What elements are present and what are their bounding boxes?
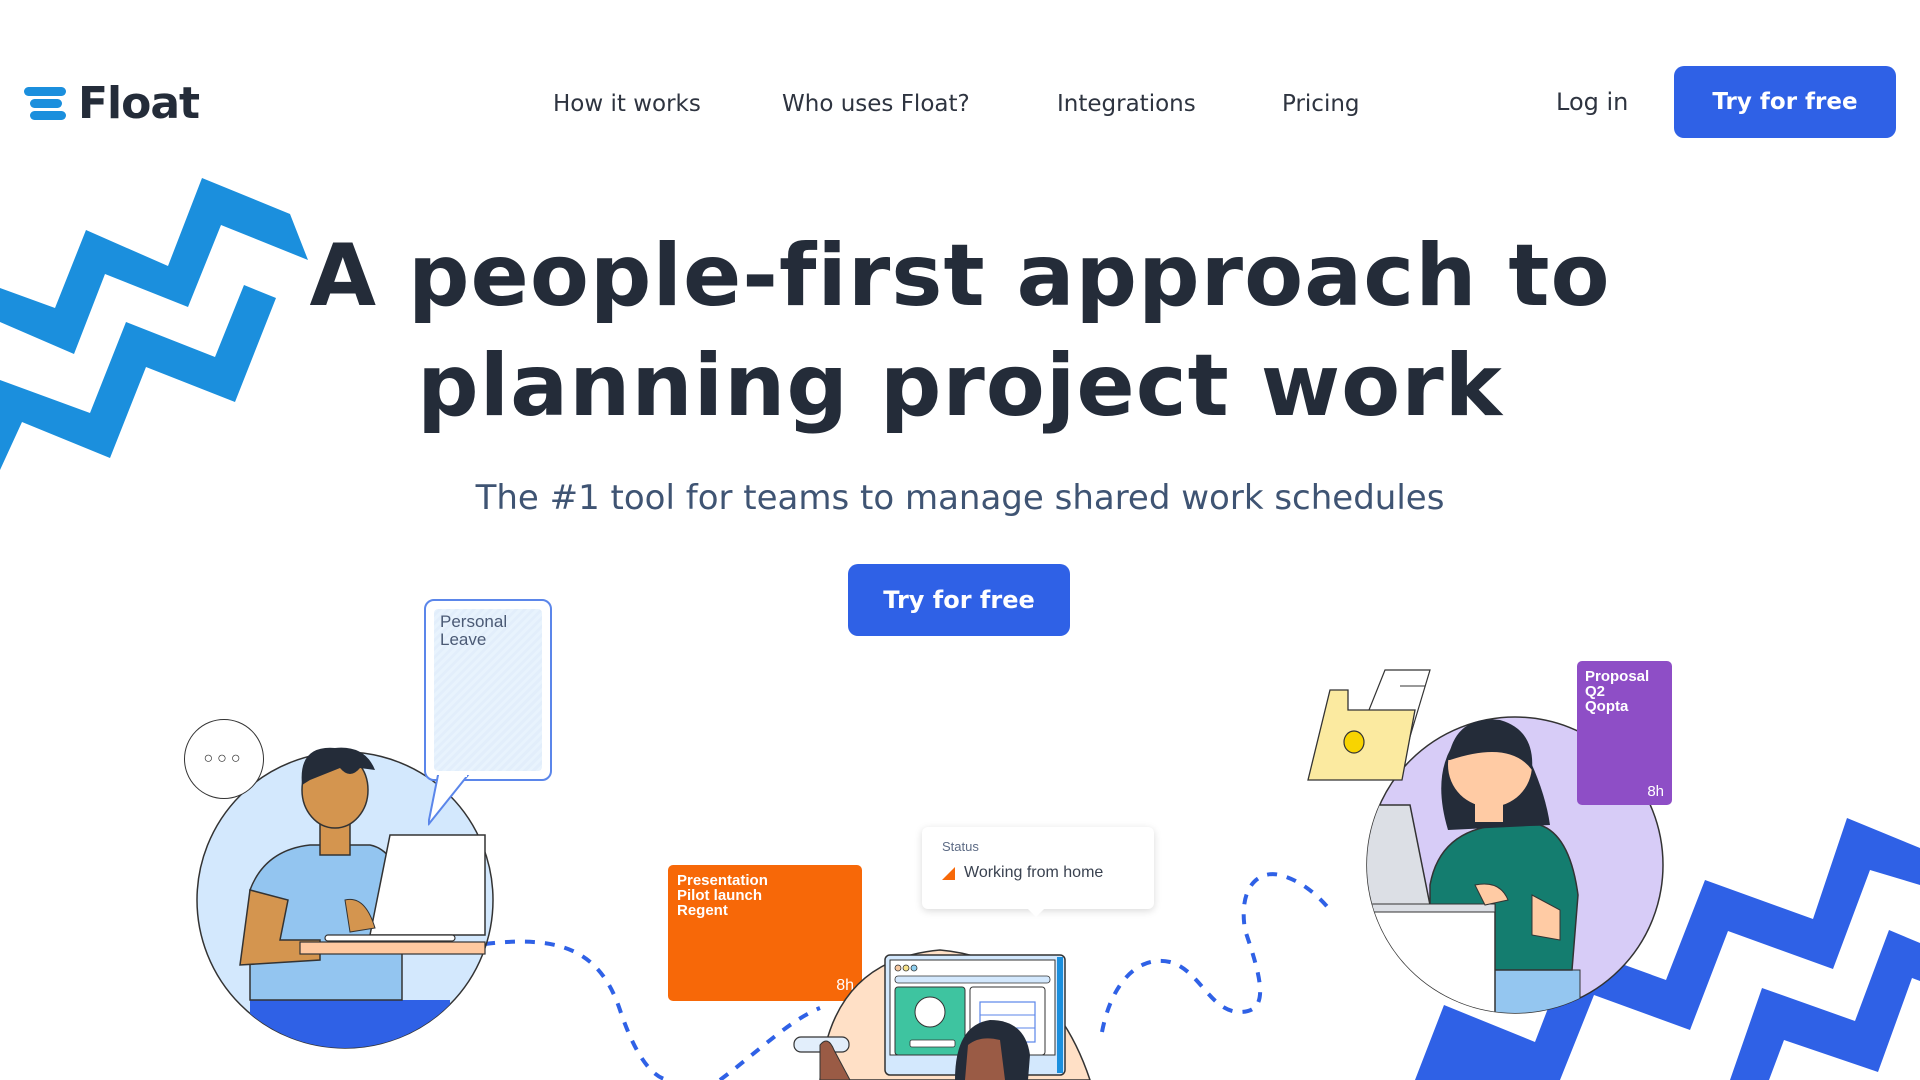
status-tooltip: Status Working from home xyxy=(922,827,1154,917)
purple-card-line1: Proposal xyxy=(1585,668,1650,685)
personal-leave-card: Personal Leave xyxy=(424,599,552,781)
status-flag-icon xyxy=(942,866,955,880)
leave-card-line1: Personal xyxy=(440,612,508,631)
purple-card-line3: Qopta xyxy=(1585,698,1629,715)
leave-card-pointer xyxy=(428,775,470,826)
leave-card-line2: Leave xyxy=(440,630,487,649)
status-title: Status xyxy=(942,839,979,854)
chat-bubble: ○○○ xyxy=(184,719,264,799)
status-value: Working from home xyxy=(964,864,1104,881)
purple-card-line2: Q2 xyxy=(1585,683,1606,700)
purple-card-hours: 8h xyxy=(1647,783,1664,800)
orange-card-line2: Pilot launch xyxy=(677,887,763,904)
person-monitor-illustration xyxy=(793,949,1091,1080)
orange-card-line3: Regent xyxy=(677,902,728,919)
orange-card-line1: Presentation xyxy=(677,872,768,889)
tooltip-pointer xyxy=(1028,909,1044,917)
ellipsis-dots-icon: ○○○ xyxy=(203,750,245,767)
project-card-purple: Proposal Q2 Qopta 8h xyxy=(1577,661,1672,805)
